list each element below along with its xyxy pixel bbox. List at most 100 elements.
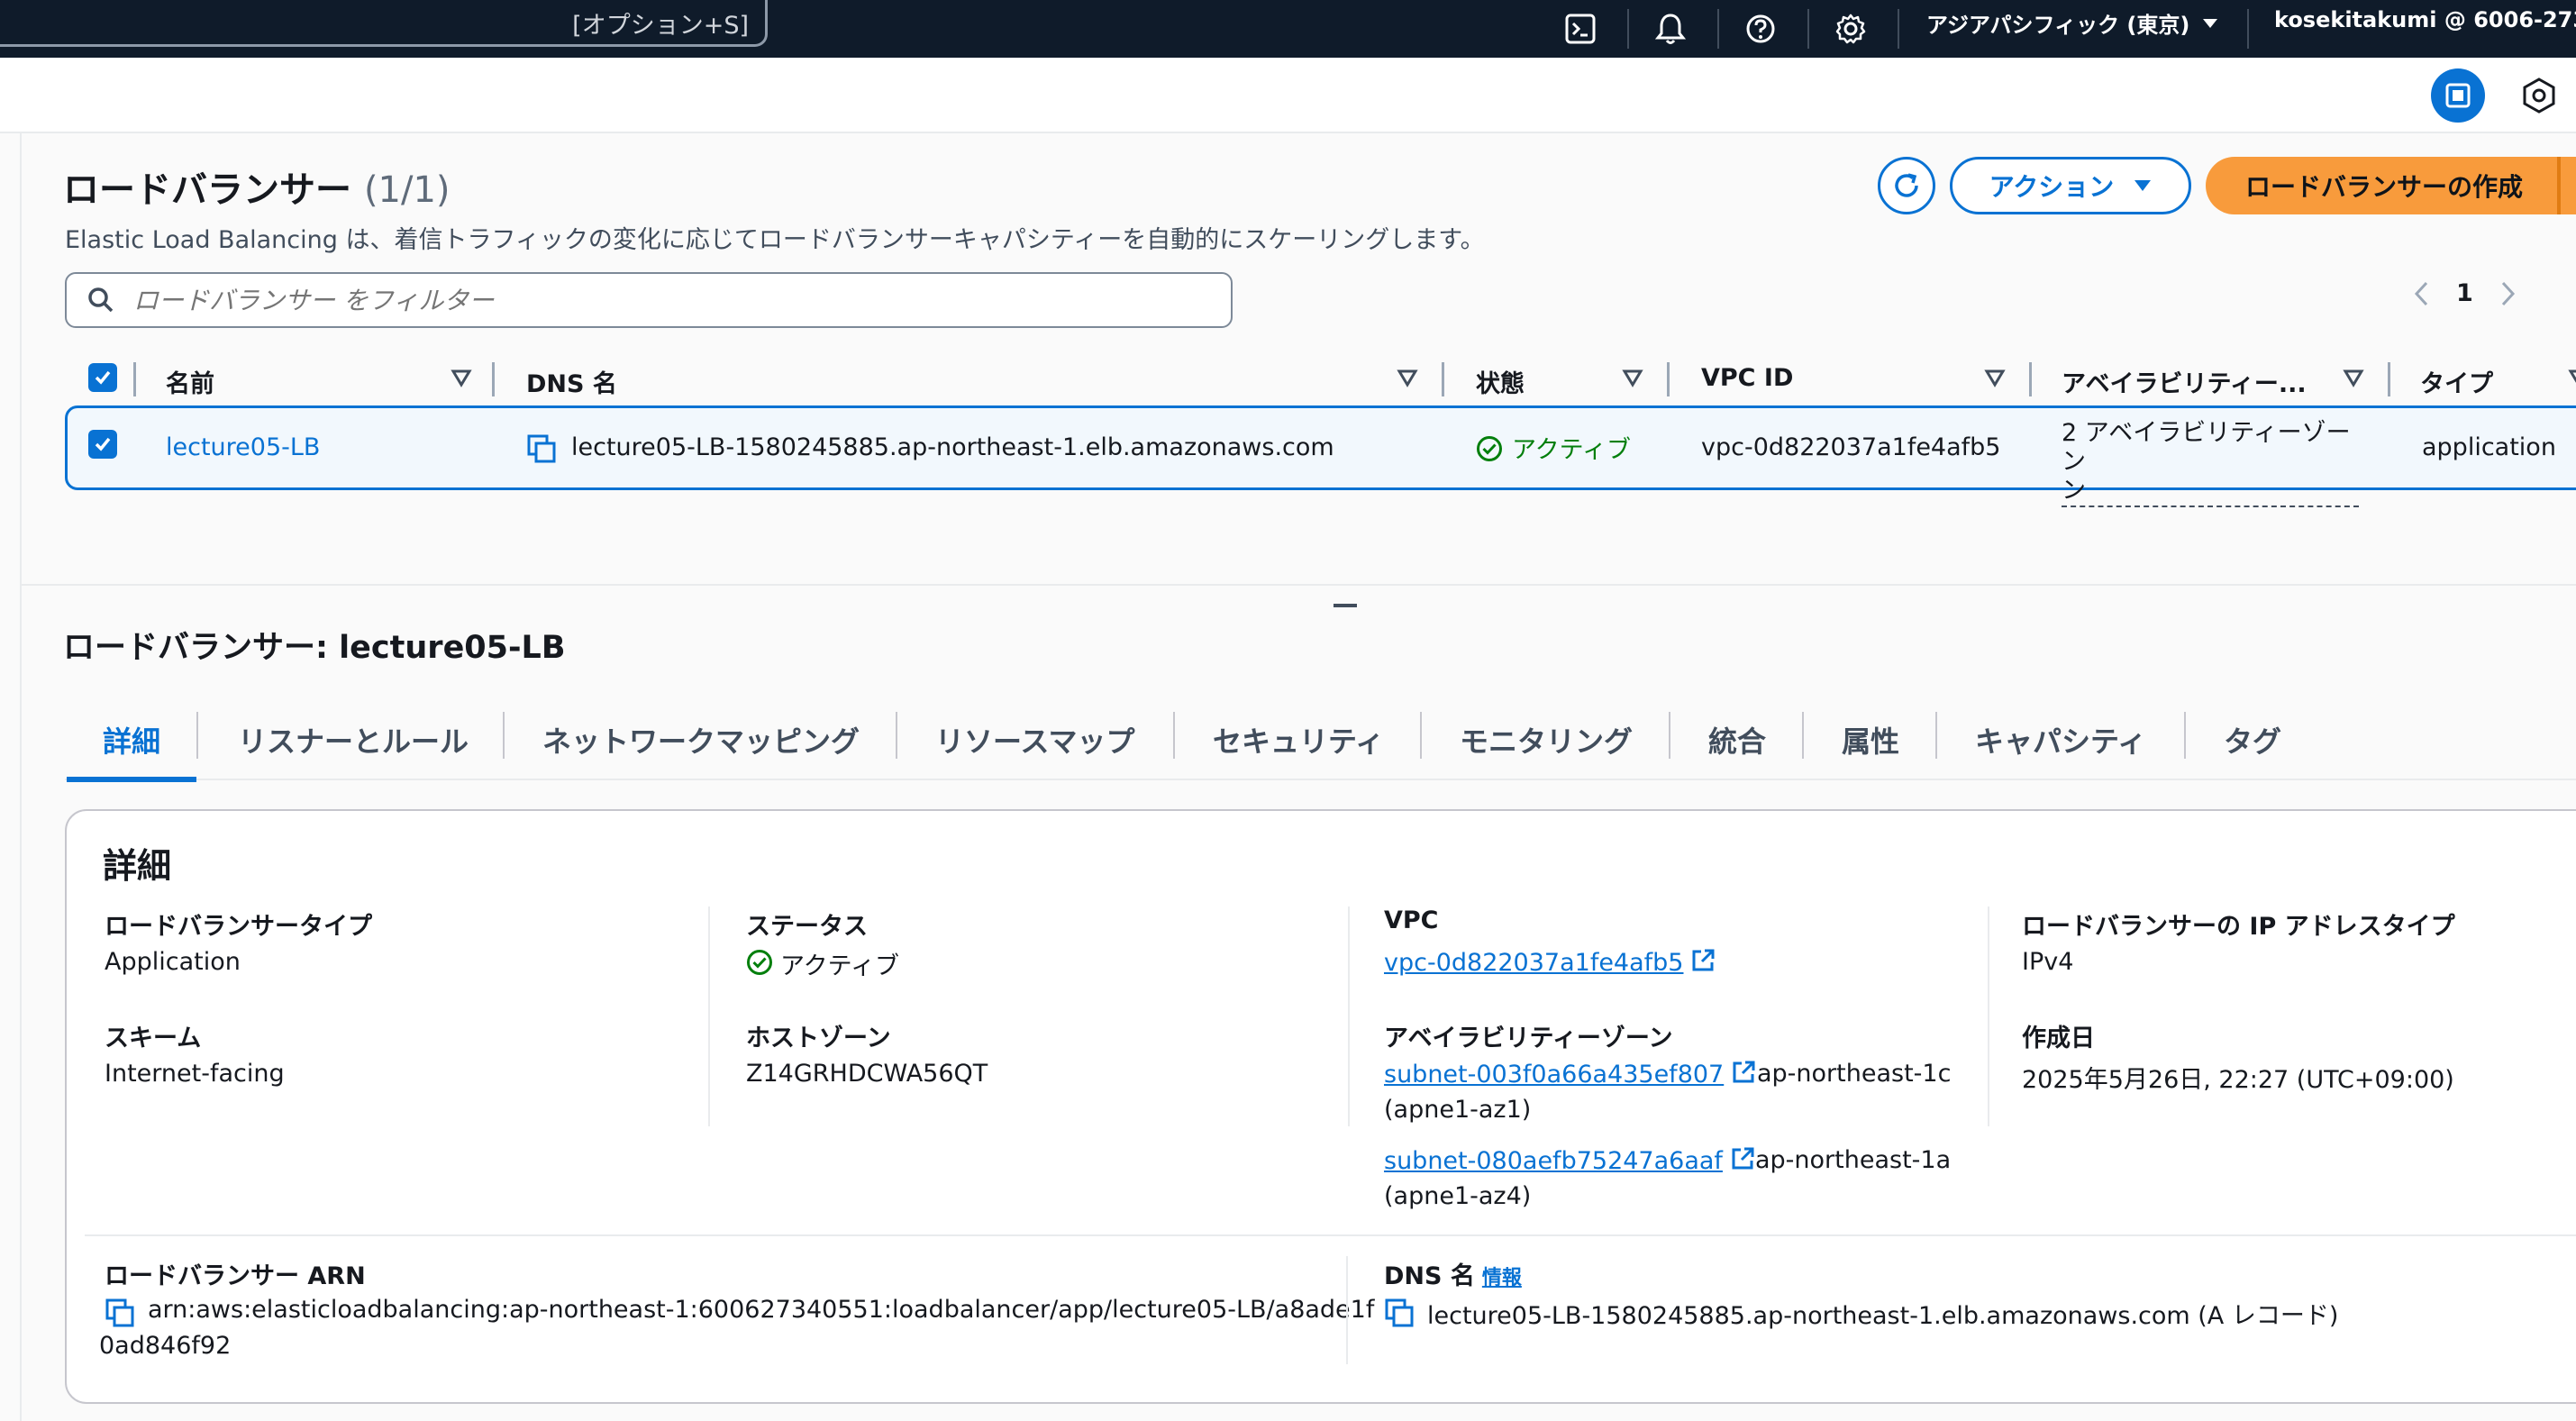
tab-integrations[interactable]: 統合: [1708, 712, 1766, 780]
external-link-icon: [1733, 1061, 1755, 1083]
column-header-state[interactable]: 状態: [1476, 364, 1525, 399]
panel-toggle-button[interactable]: [2431, 68, 2485, 123]
select-all-checkbox[interactable]: [88, 363, 117, 392]
create-label: ロードバランサーの作成: [2245, 172, 2524, 202]
column-header-vpc-id[interactable]: VPC ID: [1701, 364, 1793, 392]
sort-caret-icon[interactable]: [1397, 368, 1418, 387]
split-panel-drag-handle[interactable]: [1334, 604, 1357, 607]
details-container: 詳細 ロードバランサータイプ Application スキーム Internet…: [65, 809, 2576, 1404]
external-link-icon: [1692, 949, 1715, 971]
column-header-type[interactable]: タイプ: [2420, 364, 2493, 399]
top-navigation-bar: [オプション+S] アジアパシフィック (東京) kosekitakumi @ …: [0, 0, 2576, 58]
current-page-number[interactable]: 1: [2456, 279, 2473, 307]
previous-page-icon[interactable]: [2413, 280, 2429, 307]
tab-attributes[interactable]: 属性: [1842, 712, 1899, 780]
tab-divider: [1669, 712, 1670, 759]
ip-address-type-label: ロードバランサーの IP アドレスタイプ: [2022, 913, 2455, 941]
tab-tags[interactable]: タグ: [2224, 712, 2281, 780]
side-navigation-rail: [0, 133, 22, 1421]
az-cell-line-2: ン: [2062, 477, 2086, 505]
az-cell-line-1: 2 アベイラビリティーゾーン: [2062, 419, 2351, 476]
panel-icon: [2445, 83, 2471, 108]
gear-icon[interactable]: [1825, 4, 1876, 54]
sort-caret-icon[interactable]: [2343, 368, 2364, 387]
subnet-1-zone: ap-northeast-1c: [1757, 1060, 1952, 1088]
account-menu[interactable]: kosekitakumi @ 6006-2734-05: [2274, 7, 2576, 32]
tab-capacity[interactable]: キャパシティ: [1975, 712, 2146, 780]
tab-security[interactable]: セキュリティ: [1213, 712, 1384, 780]
refresh-button[interactable]: [1878, 157, 1935, 214]
scheme-label: スキーム: [105, 1025, 202, 1052]
column-header-name[interactable]: 名前: [166, 364, 214, 399]
dns-name-label: DNS 名情報: [1384, 1256, 1522, 1291]
tab-details[interactable]: 詳細: [66, 712, 197, 782]
copy-icon[interactable]: [1384, 1298, 1415, 1328]
column-divider: [1442, 362, 1444, 396]
cloudshell-icon[interactable]: [1555, 4, 1606, 54]
checkmark-icon: [95, 437, 111, 451]
column-divider: [1988, 906, 1989, 1126]
dns-name-value: lecture05-LB-1580245885.ap-northeast-1.e…: [1427, 1302, 2339, 1330]
created-date-value: 2025年5月26日, 22:27 (UTC+09:00): [2022, 1066, 2454, 1094]
page-title: ロードバランサー (1/1): [63, 160, 451, 213]
split-panel-divider: [22, 584, 2576, 586]
tab-listeners-rules[interactable]: リスナーとルール: [238, 712, 469, 780]
filter-input[interactable]: [133, 285, 1215, 315]
subnet-1-id: subnet-003f0a66a435ef807: [1384, 1061, 1725, 1089]
copy-icon[interactable]: [105, 1298, 135, 1328]
sort-caret-icon[interactable]: [2568, 368, 2576, 387]
availability-zones-cell[interactable]: 2 アベイラビリティーゾーン ン: [2062, 419, 2359, 507]
vpc-id-cell: vpc-0d822037a1fe4afb5: [1701, 433, 2001, 461]
subnet-2-zone: ap-northeast-1a: [1755, 1146, 1952, 1174]
dns-name-cell: lecture05-LB-1580245885.ap-northeast-1.e…: [571, 433, 1334, 461]
hexagon-gear-icon: [2523, 77, 2555, 114]
tab-divider: [896, 712, 897, 759]
column-divider: [133, 362, 136, 396]
caret-down-icon: [2203, 18, 2218, 28]
help-icon[interactable]: [1735, 4, 1786, 54]
next-page-icon[interactable]: [2500, 280, 2517, 307]
region-selector[interactable]: アジアパシフィック (東京): [1926, 7, 2218, 39]
nav-divider: [1627, 9, 1629, 49]
filter-box[interactable]: [65, 272, 1233, 328]
subnet-2-az-id: (apne1-az4): [1384, 1182, 1532, 1210]
tab-divider: [1802, 712, 1804, 759]
column-divider: [708, 906, 710, 1126]
load-balancer-name-link[interactable]: lecture05-LB: [166, 433, 320, 461]
lb-type-value: Application: [105, 948, 241, 976]
create-load-balancer-button[interactable]: ロードバランサーの作成: [2206, 157, 2576, 214]
tab-resource-map[interactable]: リソースマップ: [935, 712, 1134, 780]
sort-caret-icon[interactable]: [1622, 368, 1643, 387]
row-divider: [85, 1234, 2576, 1236]
tab-divider: [2184, 712, 2186, 759]
actions-dropdown-button[interactable]: アクション: [1950, 157, 2191, 214]
subnet-link-2[interactable]: subnet-080aefb75247a6aaf: [1384, 1146, 1755, 1175]
settings-hex-button[interactable]: [2519, 76, 2559, 119]
vpc-link[interactable]: vpc-0d822037a1fe4afb5: [1384, 948, 1716, 977]
subnet-link-1[interactable]: subnet-003f0a66a435ef807: [1384, 1060, 1756, 1089]
tab-monitoring[interactable]: モニタリング: [1460, 712, 1633, 780]
page-title-text: ロードバランサー: [63, 169, 351, 211]
global-search-box[interactable]: [オプション+S]: [0, 0, 768, 47]
column-divider: [1346, 1256, 1348, 1364]
bell-icon[interactable]: [1645, 4, 1696, 54]
tab-divider: [503, 712, 505, 759]
sort-caret-icon[interactable]: [451, 368, 472, 387]
tab-network-mapping[interactable]: ネットワークマッピング: [542, 712, 860, 780]
table-row[interactable]: lecture05-LB lecture05-LB-1580245885.ap-…: [65, 405, 2576, 507]
sort-caret-icon[interactable]: [1984, 368, 2006, 387]
dns-info-link[interactable]: 情報: [1482, 1267, 1522, 1289]
dns-name-label-text: DNS 名: [1384, 1262, 1475, 1290]
availability-zones-label: アベイラビリティーゾーン: [1384, 1025, 1673, 1052]
copy-icon[interactable]: [526, 433, 557, 464]
type-cell: application: [2422, 433, 2556, 461]
detail-tabs: 詳細 リスナーとルール ネットワークマッピング リソースマップ セキュリティ モ…: [65, 712, 2576, 782]
tab-divider: [1420, 712, 1422, 759]
tab-divider: [1935, 712, 1937, 759]
column-header-availability-zones[interactable]: アベイラビリティー...: [2062, 364, 2307, 399]
search-shortcut-hint: [オプション+S]: [572, 12, 749, 40]
column-header-dns[interactable]: DNS 名: [526, 364, 617, 399]
item-count: (1/1): [363, 169, 451, 211]
tab-divider: [1173, 712, 1175, 759]
row-checkbox[interactable]: [88, 430, 117, 459]
